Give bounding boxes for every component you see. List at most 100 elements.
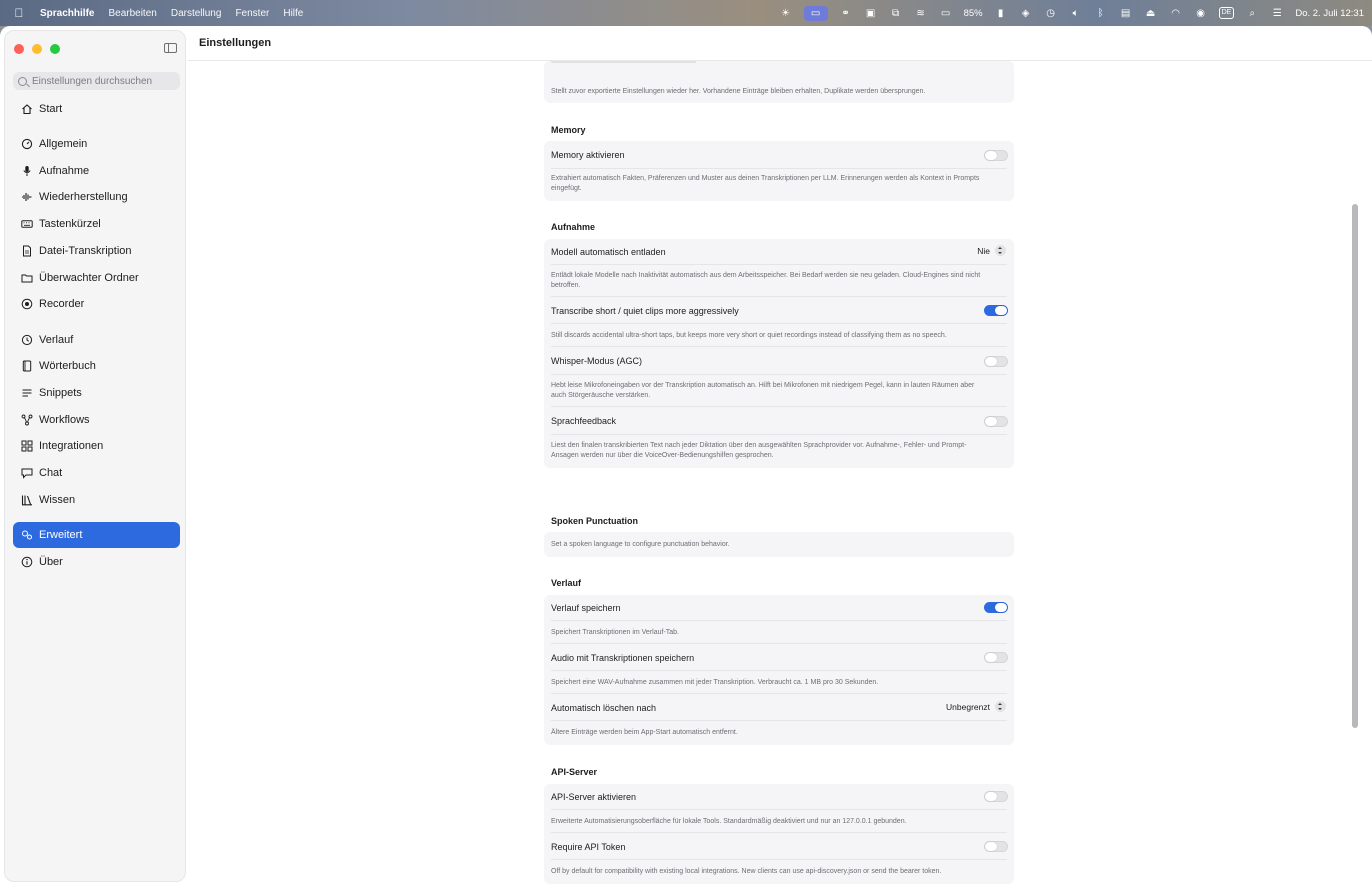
memory-enable-description: Extrahiert automatisch Fakten, Präferenz… [551, 175, 980, 192]
audio-wave-icon[interactable]: ≋ [914, 7, 928, 19]
settings-content: Stellt zuvor exportierte Einstellungen w… [188, 61, 1352, 887]
control-center-icon[interactable]: ☰ [1270, 7, 1284, 19]
row-divider [551, 406, 1007, 407]
sidebar-item-erweitert[interactable]: Erweitert [13, 522, 180, 548]
sidebar-item-ueberwachter-ordner[interactable]: Überwachter Ordner [13, 265, 180, 291]
row-divider [551, 670, 1007, 671]
short-clips-toggle[interactable] [984, 305, 1008, 316]
sidebar-item-label: Datei-Transkription [39, 245, 132, 257]
sidebar-item-ueber[interactable]: Über [13, 549, 180, 575]
save-audio-toggle[interactable] [984, 652, 1008, 663]
sidebar: Start Allgemein Aufnahme Wiederherstellu… [4, 30, 186, 882]
sidebar-item-integrationen[interactable]: Integrationen [13, 433, 180, 459]
sidebar-item-snippets[interactable]: Snippets [13, 380, 180, 406]
sidebar-item-label: Recorder [39, 298, 85, 310]
input-language-indicator[interactable]: DE [1218, 7, 1235, 19]
app-menu[interactable]: Sprachhilfe [40, 8, 94, 19]
screen-mirror-icon[interactable]: ⧉ [889, 7, 903, 19]
sidebar-item-label: Snippets [39, 387, 82, 399]
menu-clock[interactable]: Do. 2. Juli 12:31 [1295, 8, 1364, 19]
sidebar-item-aufnahme[interactable]: Aufnahme [13, 158, 180, 184]
sidebar-item-workflows[interactable]: Workflows [13, 407, 180, 433]
partial-control [551, 61, 696, 63]
row-divider [551, 620, 1007, 621]
settings-window: Start Allgemein Aufnahme Wiederherstellu… [0, 26, 1372, 887]
sidebar-item-allgemein[interactable]: Allgemein [13, 131, 180, 157]
restore-group: Stellt zuvor exportierte Einstellungen w… [544, 61, 1014, 103]
sidebar-item-verlauf[interactable]: Verlauf [13, 327, 180, 353]
row-divider [551, 434, 1007, 435]
auto-delete-value: Unbegrenzt [946, 701, 990, 712]
search-input[interactable] [32, 75, 172, 87]
whisper-mode-toggle[interactable] [984, 356, 1008, 367]
bluetooth-icon[interactable]: ᛒ [1094, 7, 1108, 19]
minimize-button[interactable] [32, 44, 42, 54]
auto-delete-popup[interactable]: Unbegrenzt [946, 701, 1006, 712]
unload-model-label: Modell automatisch entladen [551, 247, 666, 257]
api-enable-description: Erweiterte Automatisierungsoberfläche fü… [551, 818, 907, 825]
sidebar-item-label: Allgemein [39, 138, 88, 150]
unload-model-popup[interactable]: Nie [977, 245, 1006, 256]
menu-hilfe[interactable]: Hilfe [283, 8, 303, 19]
document-icon [21, 245, 33, 257]
scrollbar-thumb[interactable] [1352, 204, 1358, 728]
sidebar-item-label: Tastenkürzel [39, 218, 101, 230]
api-enable-toggle[interactable] [984, 791, 1008, 802]
content-scrollbar[interactable] [1352, 67, 1358, 857]
menu-fenster[interactable]: Fenster [235, 8, 269, 19]
microphone-icon [21, 165, 33, 177]
menu-bearbeiten[interactable]: Bearbeiten [108, 8, 156, 19]
waveform-icon [21, 191, 33, 203]
sidebar-item-tastenkuerzel[interactable]: Tastenkürzel [13, 211, 180, 237]
whisper-mode-description: Hebt leise Mikrofoneingaben vor der Tran… [551, 382, 975, 399]
row-divider [551, 346, 1007, 347]
sidebar-item-label: Chat [39, 467, 63, 479]
clock-icon[interactable]: ◷ [1044, 7, 1058, 19]
api-token-toggle[interactable] [984, 841, 1008, 852]
row-divider [551, 720, 1007, 721]
punctuation-section-title: Spoken Punctuation [551, 516, 639, 526]
aufnahme-section-title: Aufnahme [551, 222, 596, 232]
sidebar-item-datei-transkription[interactable]: Datei-Transkription [13, 238, 180, 264]
save-history-description: Speichert Transkriptionen im Verlauf-Tab… [551, 629, 680, 636]
sidebar-item-label: Erweitert [39, 529, 83, 541]
monitor-icon[interactable]: ▭ [939, 7, 953, 19]
display-icon[interactable]: ▣ [864, 7, 878, 19]
short-clips-label: Transcribe short / quiet clips more aggr… [551, 306, 739, 316]
battery-icon[interactable]: ▮ [994, 7, 1008, 19]
sidebar-item-wiederherstellung[interactable]: Wiederherstellung [13, 184, 180, 210]
chevron-updown-icon [995, 701, 1006, 712]
close-button[interactable] [14, 44, 24, 54]
auto-delete-label: Automatisch löschen nach [551, 703, 657, 713]
speech-feedback-toggle[interactable] [984, 416, 1008, 427]
sidebar-item-label: Workflows [39, 414, 90, 426]
wifi-icon[interactable]: ◠ [1169, 7, 1183, 19]
row-divider [551, 264, 1007, 265]
sidebar-toggle-icon[interactable] [164, 43, 177, 53]
spotlight-search-icon[interactable]: ⌕ [1245, 7, 1259, 19]
sidebar-search[interactable] [13, 72, 180, 90]
sidebar-item-label: Überwachter Ordner [39, 272, 139, 284]
menu-darstellung[interactable]: Darstellung [171, 8, 222, 19]
shield-icon[interactable]: ◈ [1019, 7, 1033, 19]
sidebar-item-wissen[interactable]: Wissen [13, 487, 180, 513]
save-history-toggle[interactable] [984, 602, 1008, 613]
sidebar-item-start[interactable]: Start [13, 96, 180, 122]
apple-menu-icon[interactable]:  [12, 6, 26, 20]
sidebar-item-woerterbuch[interactable]: Wörterbuch [13, 353, 180, 379]
brightness-icon[interactable]: ☀ [779, 7, 793, 19]
zoom-button[interactable] [50, 44, 60, 54]
sidebar-item-label: Wiederherstellung [39, 191, 128, 203]
dictation-status-icon[interactable]: ▭ [803, 5, 828, 21]
battery-percent[interactable]: 85% [964, 8, 983, 19]
vpn-icon[interactable]: ▤ [1119, 7, 1133, 19]
volume-icon[interactable]: 🔈︎ [1069, 7, 1083, 19]
user-icon[interactable]: ◉ [1194, 7, 1208, 19]
memory-enable-toggle[interactable] [984, 150, 1008, 161]
upload-icon[interactable]: ⏏ [1144, 7, 1158, 19]
speech-feedback-label: Sprachfeedback [551, 416, 617, 426]
sidebar-item-chat[interactable]: Chat [13, 460, 180, 486]
row-divider [551, 168, 1007, 169]
link-status-icon[interactable]: ⚭ [839, 7, 853, 19]
sidebar-item-recorder[interactable]: Recorder [13, 291, 180, 317]
